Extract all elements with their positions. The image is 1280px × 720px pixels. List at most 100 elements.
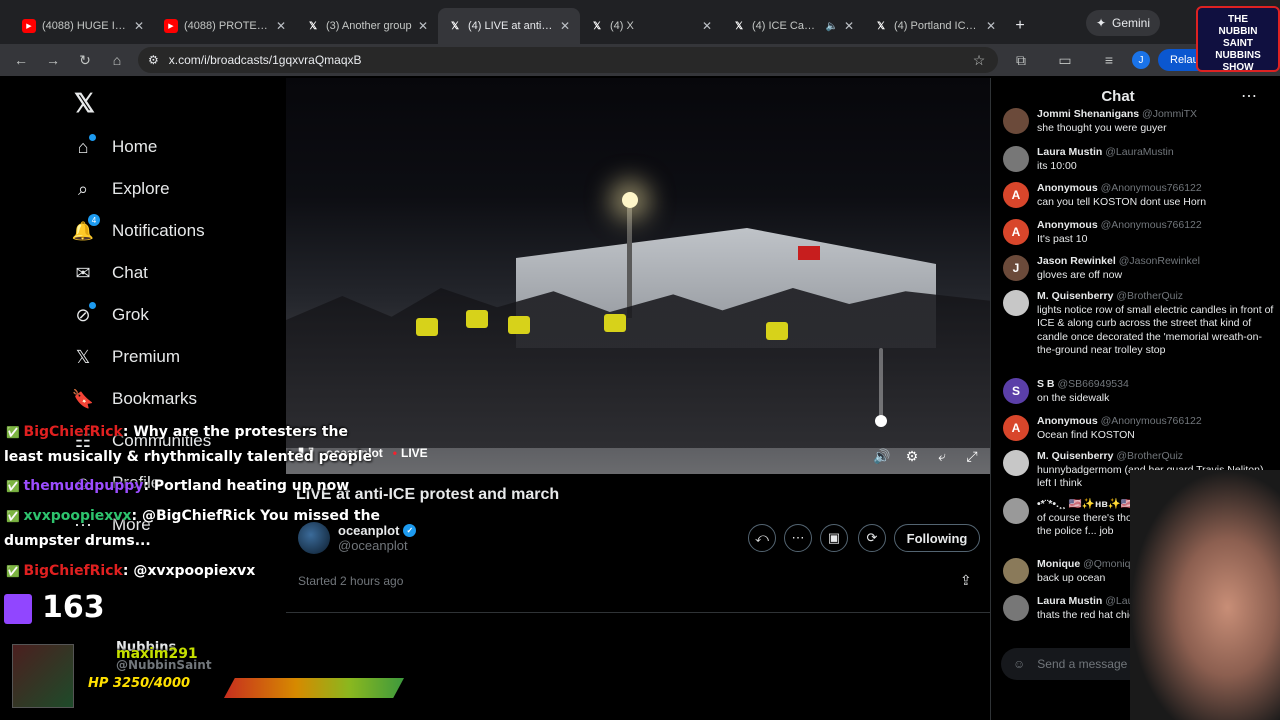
browser-tab[interactable]: 𝕏 (4) Portland ICE live ✕: [864, 8, 1006, 44]
volume-icon[interactable]: 🔊: [872, 446, 892, 466]
url-text: x.com/i/broadcasts/1gqxvraQmaqxB: [168, 53, 362, 67]
site-info-icon[interactable]: ⚙: [148, 53, 159, 67]
close-tab-icon[interactable]: ✕: [134, 19, 144, 33]
home-browser-icon[interactable]: ⌂: [106, 49, 128, 71]
browser-tab[interactable]: 𝕏 (4) ICE Cashapp 🔈 ✕: [722, 8, 864, 44]
nav-item-bookmarks[interactable]: 🔖 Bookmarks: [72, 388, 197, 410]
notify-icon[interactable]: ⟳: [858, 524, 886, 552]
settings-icon[interactable]: ⚙: [902, 446, 922, 466]
chat-avatar[interactable]: [1003, 498, 1029, 524]
chat-avatar[interactable]: J: [1003, 255, 1029, 281]
nav-item-home[interactable]: ⌂ Home: [72, 134, 157, 158]
replay-icon[interactable]: ⤺: [748, 524, 776, 552]
mail-icon: ✉: [75, 262, 91, 283]
police-vest: [604, 314, 626, 332]
overlay-text: : Portland heating up now: [143, 478, 350, 494]
chat-message: J Jason Rewinkel @JasonRewinkel gloves are…: [1003, 255, 1275, 282]
overlay-text: : @BigChiefRick You missed the: [131, 508, 381, 524]
chat-user-name[interactable]: Laura Mustin: [1037, 146, 1102, 158]
fullscreen-icon[interactable]: ⤢: [962, 446, 982, 466]
close-tab-icon[interactable]: ✕: [560, 19, 570, 33]
close-tab-icon[interactable]: ✕: [276, 19, 286, 33]
chat-user-handle: @JasonRewinkel: [1118, 255, 1200, 267]
reload-icon[interactable]: ↻: [74, 49, 96, 71]
back-icon[interactable]: ←: [10, 49, 32, 71]
audio-icon[interactable]: 🔈: [825, 21, 837, 32]
chat-avatar[interactable]: A: [1003, 415, 1029, 441]
host-avatar[interactable]: [298, 522, 330, 554]
close-tab-icon[interactable]: ✕: [844, 19, 854, 33]
gemini-button[interactable]: ✦ Gemini: [1086, 10, 1160, 36]
new-tab-icon[interactable]: +: [1006, 8, 1034, 44]
media-icon[interactable]: ≡: [1098, 49, 1120, 71]
nav-label: Explore: [112, 179, 170, 198]
webcam-overlay: [1130, 470, 1280, 720]
nav-item-explore[interactable]: ⌕ Explore: [72, 178, 170, 200]
chat-user-name[interactable]: Anonymous: [1037, 415, 1098, 427]
emoji-icon[interactable]: ☺: [1013, 657, 1025, 671]
divider: [286, 612, 990, 613]
nav-item-premium[interactable]: 𝕏 Premium: [72, 346, 180, 368]
chat-user-name[interactable]: S B: [1037, 378, 1055, 390]
chat-message: A Anonymous @Anonymous766122 It's past 10: [1003, 219, 1275, 246]
chat-avatar[interactable]: [1003, 450, 1029, 476]
host-row[interactable]: oceanplot ✓ @oceanplot: [298, 522, 417, 554]
chat-user-name[interactable]: Anonymous: [1037, 219, 1098, 231]
following-button[interactable]: Following: [894, 524, 980, 552]
overlay-chat-line: ✅ BigChiefRick: @xvxpoopiexvx: [6, 563, 255, 579]
chat-avatar[interactable]: A: [1003, 182, 1029, 208]
police-vest: [466, 310, 488, 328]
tab-title: (3) Another group: [326, 20, 412, 32]
nav-item-chat[interactable]: ✉ Chat: [72, 262, 147, 284]
browser-tab[interactable]: ▶ (4088) HUGE ICE P ✕: [12, 8, 154, 44]
volume-slider[interactable]: [879, 348, 883, 418]
dock-icon[interactable]: ⤶: [932, 446, 952, 466]
chat-user-name[interactable]: Laura Mustin: [1037, 595, 1102, 607]
chat-user-handle: @BrotherQuiz: [1116, 290, 1184, 302]
close-tab-icon[interactable]: ✕: [986, 19, 996, 33]
extensions-icon[interactable]: ⧉: [1010, 49, 1032, 71]
overlay-chat-line: dumpster drums...: [4, 533, 151, 549]
chat-user-handle: @Anonymous766122: [1100, 219, 1202, 231]
chat-user-name[interactable]: Monique: [1037, 558, 1080, 570]
chat-more-icon[interactable]: ⋯: [1241, 86, 1257, 106]
chat-user-name[interactable]: Anonymous: [1037, 182, 1098, 194]
browser-tab[interactable]: 𝕏 (3) Another group ✕: [296, 8, 438, 44]
close-tab-icon[interactable]: ✕: [418, 19, 428, 33]
x-logo-icon[interactable]: 𝕏: [74, 88, 95, 119]
chat-avatar[interactable]: [1003, 146, 1029, 172]
sidebar-icon[interactable]: ▭: [1054, 49, 1076, 71]
star-icon[interactable]: ☆: [968, 49, 990, 71]
started-time: Started 2 hours ago: [298, 574, 404, 588]
address-bar[interactable]: ⚙ x.com/i/broadcasts/1gqxvraQmaqxB: [138, 47, 998, 73]
chat-user-name[interactable]: M. Quisenberry: [1037, 290, 1113, 302]
chat-avatar[interactable]: [1003, 108, 1029, 134]
chat-avatar[interactable]: A: [1003, 219, 1029, 245]
chat-user-name[interactable]: M. Quisenberry: [1037, 450, 1113, 462]
chat-avatar[interactable]: S: [1003, 378, 1029, 404]
chat-text: she thought you were guyer: [1037, 121, 1167, 134]
browser-tab[interactable]: 𝕏 (4) X ✕: [580, 8, 722, 44]
volume-knob[interactable]: [875, 415, 887, 427]
browser-tab[interactable]: 𝕏 (4) LIVE at anti-ICE ✕: [438, 8, 580, 44]
profile-avatar[interactable]: J: [1132, 51, 1150, 69]
chat-avatar[interactable]: [1003, 595, 1029, 621]
tab-title: (4) X: [610, 20, 634, 32]
browser-tab[interactable]: ▶ (4088) PROTEST AT ✕: [154, 8, 296, 44]
forward-icon[interactable]: →: [42, 49, 64, 71]
share-icon[interactable]: ⇪: [960, 572, 972, 589]
user-badge-icon: ✅: [6, 426, 24, 439]
nav-item-notifications[interactable]: 🔔 4 Notifications: [72, 214, 205, 242]
chat-avatar[interactable]: [1003, 558, 1029, 584]
nav-item-grok[interactable]: ⊘ Grok: [72, 302, 149, 326]
video-player[interactable]: ❚❚ oceanplot LIVE 🔊 ⚙ ⤶ ⤢: [286, 78, 990, 474]
send-placeholder: Send a message: [1037, 657, 1128, 671]
chat-message-body: Anonymous @Anonymous766122 It's past 10: [1037, 219, 1202, 246]
picture-in-picture-icon[interactable]: ▣: [820, 524, 848, 552]
close-tab-icon[interactable]: ✕: [702, 19, 712, 33]
chat-avatar[interactable]: [1003, 290, 1029, 316]
chat-user-name[interactable]: Jason Rewinkel: [1037, 255, 1116, 267]
more-options-icon[interactable]: ⋯: [784, 524, 812, 552]
overlay-text: least musically & rhythmically talented …: [4, 449, 373, 465]
chat-user-name[interactable]: Jommi Shenanigans: [1037, 108, 1139, 120]
